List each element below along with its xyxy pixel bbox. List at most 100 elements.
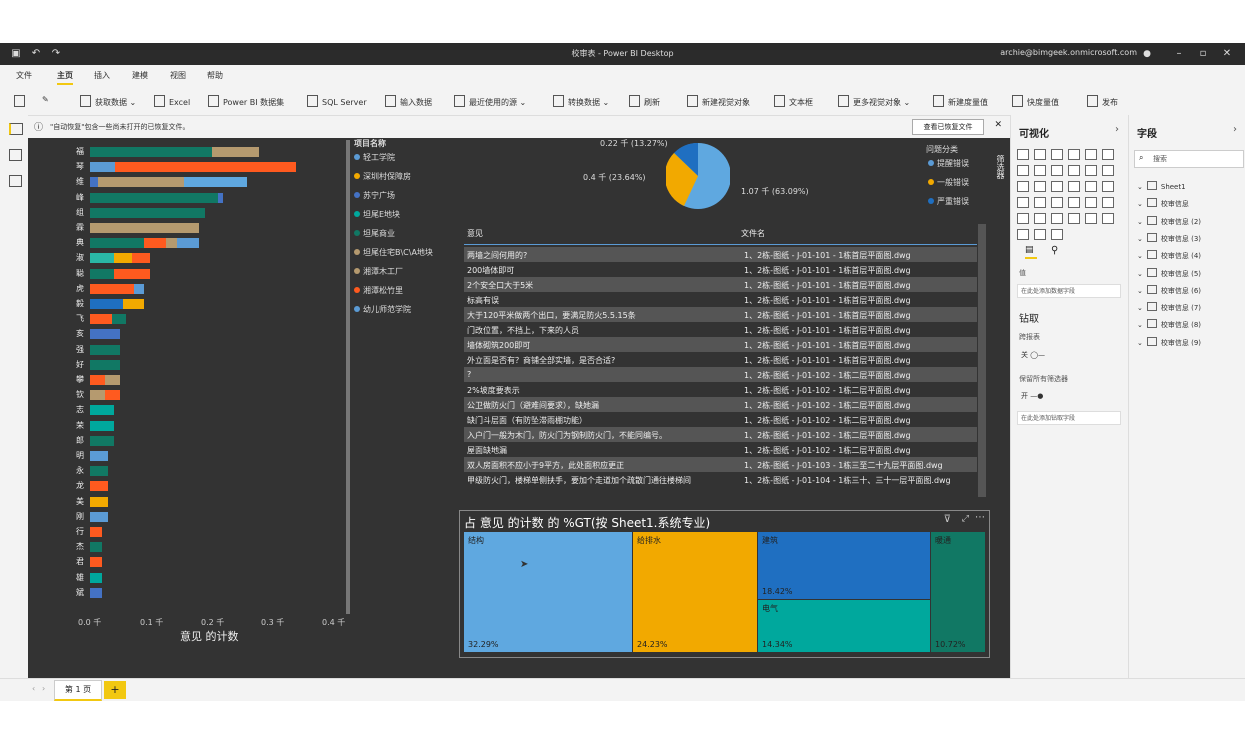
menu-help[interactable]: 帮助 [207, 70, 223, 81]
legend-item[interactable]: 坦尾商业 [354, 228, 395, 239]
field-table-item[interactable]: ⌄ 校审信息 (8) [1137, 319, 1201, 330]
bar-segment[interactable] [90, 238, 145, 249]
visual-type-icon[interactable] [1034, 213, 1046, 224]
visual-type-icon[interactable] [1051, 213, 1063, 224]
visual-type-icon[interactable] [1068, 197, 1080, 208]
treemap-visual[interactable]: 占 意见 的计数 的 %GT(按 Sheet1.系统专业) ⊽ ⤢ ⋯ 结构 32… [459, 510, 990, 658]
expand-icon[interactable]: ⌄ [1137, 200, 1143, 208]
bar-segment[interactable] [105, 375, 121, 385]
new-visual-button[interactable]: 新建视觉对象 [687, 95, 750, 108]
bar-segment[interactable] [111, 314, 127, 325]
legend-item[interactable]: 湘潭木工厂 [354, 266, 403, 277]
visual-type-icon[interactable] [1068, 213, 1080, 224]
visual-type-icon[interactable] [1034, 229, 1046, 240]
bar-segment[interactable] [90, 511, 109, 522]
table-header-file[interactable]: 文件名 [741, 228, 765, 239]
legend-item[interactable]: 湘潭松竹里 [354, 285, 403, 296]
expand-icon[interactable]: ⌄ [1137, 287, 1143, 295]
treemap-cell-structure[interactable]: 结构 32.29% [464, 532, 632, 652]
pie-legend-item[interactable]: 严重错误 [928, 196, 969, 207]
table-row[interactable]: 标高有误 1、2栋-图纸 - J-01-101 - 1栋首层平面图.dwg [464, 292, 977, 307]
pie-legend-item[interactable]: 一般错误 [928, 177, 969, 188]
visual-type-icon[interactable] [1068, 149, 1080, 160]
minimize-icon[interactable]: – [1169, 46, 1189, 62]
bar-segment[interactable] [144, 238, 167, 249]
visual-type-icon[interactable] [1102, 149, 1114, 160]
format-paint-icon[interactable]: ⚲ [1051, 245, 1058, 256]
legend-item[interactable]: 坦尾E地块 [354, 209, 400, 220]
bar-segment[interactable] [177, 238, 199, 249]
view-recovered-files-button[interactable]: 查看已恢复文件 [912, 119, 984, 135]
paste-icon[interactable] [14, 95, 29, 107]
visual-type-icon[interactable] [1051, 165, 1063, 176]
bar-segment[interactable] [184, 177, 248, 188]
table-row[interactable]: 甲级防火门，楼梯单侧扶手，要加个走道加个疏散门通往楼梯间 1、2栋-图纸 - J-… [464, 472, 977, 487]
field-table-item[interactable]: ⌄ 校审信息 (6) [1137, 284, 1201, 296]
visual-type-icon[interactable] [1085, 149, 1097, 160]
drillthrough-drop-zone[interactable]: 在此处添加钻取字段 [1017, 411, 1121, 425]
visual-type-icon[interactable] [1068, 181, 1080, 192]
bar-segment[interactable] [90, 162, 115, 173]
collapse-viz-icon[interactable]: › [1115, 124, 1119, 135]
recent-sources-button[interactable]: 最近使用的源 ⌄ [454, 95, 526, 108]
bar-segment[interactable] [90, 435, 115, 446]
bar-chart-scrollbar[interactable] [346, 140, 350, 614]
treemap-cell-electrical[interactable]: 电气 14.34% [758, 600, 930, 652]
table-row[interactable]: 缺门斗层面（有防坠滞雨棚功能） 1、2栋-图纸 - J-01-102 - 1栋二层… [464, 412, 977, 427]
bar-segment[interactable] [90, 147, 212, 157]
visual-type-icon[interactable] [1085, 165, 1097, 176]
table-scrollbar[interactable] [978, 224, 986, 497]
quick-measure-button[interactable]: 快度量值 [1012, 95, 1059, 108]
bar-segment[interactable] [90, 496, 109, 507]
add-page-button[interactable]: + [104, 681, 126, 699]
bar-segment[interactable] [90, 527, 103, 537]
focus-mode-icon[interactable]: ⤢ [962, 514, 969, 524]
treemap-cell-architecture[interactable]: 建筑 18.42% [758, 532, 930, 599]
table-row[interactable]: 200墙体即可 1、2栋-图纸 - J-01-101 - 1栋首层平面图.dwg [464, 262, 977, 277]
visual-type-icon[interactable] [1017, 181, 1029, 192]
bar-segment[interactable] [97, 177, 185, 188]
visual-type-icon[interactable] [1051, 181, 1063, 192]
visual-type-icon[interactable] [1102, 181, 1114, 192]
bar-segment[interactable] [90, 359, 121, 370]
bar-segment[interactable] [133, 283, 145, 294]
table-row[interactable]: 两墙之间何用的? 1、2栋-图纸 - J-01-101 - 1栋首层平面图.dwg [464, 247, 977, 262]
transform-data-button[interactable]: 转换数据 ⌄ [553, 95, 609, 108]
bar-segment[interactable] [132, 253, 151, 264]
visual-type-icon[interactable] [1017, 229, 1029, 240]
bar-segment[interactable] [90, 329, 121, 340]
table-row[interactable]: 墙体砌筑200即可 1、2栋-图纸 - J-01-101 - 1栋首层平面图.dw… [464, 337, 977, 352]
cross-report-toggle[interactable]: 关 ◯— [1021, 350, 1045, 360]
bar-segment[interactable] [90, 405, 115, 416]
table-row[interactable]: 外立面是否有？商铺全部实墙，是否合适? 1、2栋-图纸 - J-01-101 - … [464, 352, 977, 367]
visual-type-icon[interactable] [1051, 149, 1063, 160]
visual-type-icon[interactable] [1017, 213, 1029, 224]
bar-segment[interactable] [90, 587, 103, 598]
bar-segment[interactable] [90, 542, 103, 553]
table-row[interactable]: 2%坡度要表示 1、2栋-图纸 - J-01-102 - 1栋二层平面图.dwg [464, 382, 977, 397]
visual-type-icon[interactable] [1034, 165, 1046, 176]
visual-type-icon[interactable] [1085, 197, 1097, 208]
bar-segment[interactable] [90, 451, 109, 461]
filters-pane-tab[interactable]: 筛选器 [994, 155, 1006, 179]
bar-segment[interactable] [122, 299, 145, 309]
pie-chart-visual[interactable]: 0.22 千 (13.27%) 0.4 千 (23.64%) 1.07 千 (6… [560, 138, 990, 220]
expand-icon[interactable]: ⌄ [1137, 321, 1143, 329]
visual-type-icon[interactable] [1017, 197, 1029, 208]
table-row[interactable]: 双人房面积不应小于9平方，此处面积应更正 1、2栋-图纸 - J-01-103 -… [464, 457, 977, 472]
visual-type-icon[interactable] [1034, 181, 1046, 192]
bar-segment[interactable] [90, 572, 103, 583]
next-page-icon[interactable]: › [42, 684, 45, 693]
bar-segment[interactable] [90, 192, 218, 203]
prev-page-icon[interactable]: ‹ [32, 684, 35, 693]
legend-item[interactable]: 坦尾住宅B\C\A地块 [354, 247, 433, 258]
menu-view[interactable]: 视图 [170, 70, 186, 81]
visual-type-icon[interactable] [1102, 197, 1114, 208]
legend-item[interactable]: 深圳村保障房 [354, 171, 411, 182]
bar-segment[interactable] [211, 147, 260, 157]
get-data-button[interactable]: 获取数据 ⌄ [80, 95, 136, 108]
visual-type-icon[interactable] [1068, 165, 1080, 176]
bar-segment[interactable] [105, 390, 121, 401]
table-row[interactable]: 屋面缺地漏 1、2栋-图纸 - J-01-102 - 1栋二层平面图.dwg [464, 442, 977, 457]
bar-chart-visual[interactable]: 福琴维峰组霖典淑聪虎毅飞亥强好攀钦志荣郎明永龙美刚行杰君雄斌 0.0 千 0.1… [60, 140, 350, 645]
